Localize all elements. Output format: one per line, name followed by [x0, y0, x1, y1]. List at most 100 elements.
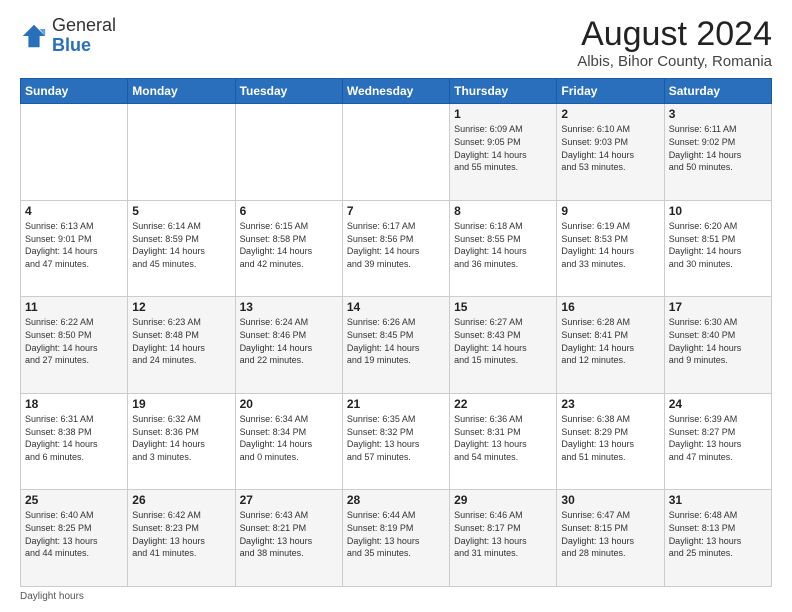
- logo-general: General: [52, 15, 116, 35]
- day-header-monday: Monday: [128, 79, 235, 104]
- main-title: August 2024: [577, 16, 772, 53]
- calendar-cell: 22Sunrise: 6:36 AM Sunset: 8:31 PM Dayli…: [450, 393, 557, 490]
- day-header-thursday: Thursday: [450, 79, 557, 104]
- day-info: Sunrise: 6:10 AM Sunset: 9:03 PM Dayligh…: [561, 123, 659, 173]
- day-header-wednesday: Wednesday: [342, 79, 449, 104]
- day-info: Sunrise: 6:48 AM Sunset: 8:13 PM Dayligh…: [669, 509, 767, 559]
- week-row-2: 11 Sunrise: 6:22 AM Sunset: 8:50 PM Dayli…: [21, 297, 772, 394]
- page: General Blue August 2024 Albis, Bihor Co…: [0, 0, 792, 612]
- day-info: Sunrise: 6:18 AM Sunset: 8:55 PM Dayligh…: [454, 220, 552, 270]
- day-header-tuesday: Tuesday: [235, 79, 342, 104]
- day-info: Sunrise: 6:28 AM Sunset: 8:41 PM Dayligh…: [561, 316, 659, 366]
- day-number: 17: [669, 300, 767, 314]
- calendar-cell: 4Sunrise: 6:13 AM Sunset: 9:01 PM Daylig…: [21, 200, 128, 297]
- logo-icon: [20, 22, 48, 50]
- day-number: 28: [347, 493, 445, 507]
- day-info: Sunrise: 6:46 AM Sunset: 8:17 PM Dayligh…: [454, 509, 552, 559]
- calendar-cell: 17 Sunrise: 6:30 AM Sunset: 8:40 PM Dayli…: [664, 297, 771, 394]
- calendar-cell: 26Sunrise: 6:42 AM Sunset: 8:23 PM Dayli…: [128, 490, 235, 587]
- day-number: 24: [669, 397, 767, 411]
- calendar-cell: 20Sunrise: 6:34 AM Sunset: 8:34 PM Dayli…: [235, 393, 342, 490]
- calendar-cell: 24 Sunrise: 6:39 AM Sunset: 8:27 PM Dayli…: [664, 393, 771, 490]
- calendar-cell: 30Sunrise: 6:47 AM Sunset: 8:15 PM Dayli…: [557, 490, 664, 587]
- calendar-cell: 10Sunrise: 6:20 AM Sunset: 8:51 PM Dayli…: [664, 200, 771, 297]
- calendar-cell: [235, 104, 342, 201]
- day-number: 7: [347, 204, 445, 218]
- day-number: 16: [561, 300, 659, 314]
- day-number: 9: [561, 204, 659, 218]
- calendar-cell: 1Sunrise: 6:09 AM Sunset: 9:05 PM Daylig…: [450, 104, 557, 201]
- day-number: 1: [454, 107, 552, 121]
- calendar-cell: 29 Sunrise: 6:46 AM Sunset: 8:17 PM Dayli…: [450, 490, 557, 587]
- calendar-cell: [128, 104, 235, 201]
- calendar-cell: 21Sunrise: 6:35 AM Sunset: 8:32 PM Dayli…: [342, 393, 449, 490]
- day-number: 31: [669, 493, 767, 507]
- day-info: Sunrise: 6:19 AM Sunset: 8:53 PM Dayligh…: [561, 220, 659, 270]
- day-number: 19: [132, 397, 230, 411]
- day-number: 23: [561, 397, 659, 411]
- day-number: 13: [240, 300, 338, 314]
- day-info: Sunrise: 6:24 AM Sunset: 8:46 PM Dayligh…: [240, 316, 338, 366]
- week-row-4: 25 Sunrise: 6:40 AM Sunset: 8:25 PM Dayli…: [21, 490, 772, 587]
- logo: General Blue: [20, 16, 116, 56]
- calendar-cell: 31 Sunrise: 6:48 AM Sunset: 8:13 PM Dayli…: [664, 490, 771, 587]
- calendar-cell: 18Sunrise: 6:31 AM Sunset: 8:38 PM Dayli…: [21, 393, 128, 490]
- day-info: Sunrise: 6:30 AM Sunset: 8:40 PM Dayligh…: [669, 316, 767, 366]
- subtitle: Albis, Bihor County, Romania: [577, 53, 772, 70]
- day-info: Sunrise: 6:31 AM Sunset: 8:38 PM Dayligh…: [25, 413, 123, 463]
- calendar-cell: 16 Sunrise: 6:28 AM Sunset: 8:41 PM Dayli…: [557, 297, 664, 394]
- day-number: 26: [132, 493, 230, 507]
- calendar-cell: [21, 104, 128, 201]
- day-number: 15: [454, 300, 552, 314]
- day-info: Sunrise: 6:43 AM Sunset: 8:21 PM Dayligh…: [240, 509, 338, 559]
- day-info: Sunrise: 6:15 AM Sunset: 8:58 PM Dayligh…: [240, 220, 338, 270]
- day-info: Sunrise: 6:11 AM Sunset: 9:02 PM Dayligh…: [669, 123, 767, 173]
- calendar-cell: 8 Sunrise: 6:18 AM Sunset: 8:55 PM Daylig…: [450, 200, 557, 297]
- calendar-cell: 15 Sunrise: 6:27 AM Sunset: 8:43 PM Dayli…: [450, 297, 557, 394]
- day-header-friday: Friday: [557, 79, 664, 104]
- day-number: 2: [561, 107, 659, 121]
- footer-text: Daylight hours: [20, 591, 84, 602]
- calendar-cell: 25 Sunrise: 6:40 AM Sunset: 8:25 PM Dayli…: [21, 490, 128, 587]
- week-row-3: 18Sunrise: 6:31 AM Sunset: 8:38 PM Dayli…: [21, 393, 772, 490]
- day-number: 6: [240, 204, 338, 218]
- day-header-saturday: Saturday: [664, 79, 771, 104]
- calendar-cell: 14 Sunrise: 6:26 AM Sunset: 8:45 PM Dayli…: [342, 297, 449, 394]
- day-header-sunday: Sunday: [21, 79, 128, 104]
- calendar-header-row: SundayMondayTuesdayWednesdayThursdayFrid…: [21, 79, 772, 104]
- footer-note: Daylight hours: [20, 591, 772, 602]
- day-info: Sunrise: 6:17 AM Sunset: 8:56 PM Dayligh…: [347, 220, 445, 270]
- day-info: Sunrise: 6:39 AM Sunset: 8:27 PM Dayligh…: [669, 413, 767, 463]
- title-block: August 2024 Albis, Bihor County, Romania: [577, 16, 772, 70]
- day-number: 22: [454, 397, 552, 411]
- day-info: Sunrise: 6:26 AM Sunset: 8:45 PM Dayligh…: [347, 316, 445, 366]
- day-info: Sunrise: 6:40 AM Sunset: 8:25 PM Dayligh…: [25, 509, 123, 559]
- day-number: 29: [454, 493, 552, 507]
- day-number: 25: [25, 493, 123, 507]
- day-number: 3: [669, 107, 767, 121]
- day-number: 10: [669, 204, 767, 218]
- day-info: Sunrise: 6:14 AM Sunset: 8:59 PM Dayligh…: [132, 220, 230, 270]
- calendar-cell: 2 Sunrise: 6:10 AM Sunset: 9:03 PM Daylig…: [557, 104, 664, 201]
- day-number: 8: [454, 204, 552, 218]
- calendar-cell: 3 Sunrise: 6:11 AM Sunset: 9:02 PM Daylig…: [664, 104, 771, 201]
- calendar-cell: 11 Sunrise: 6:22 AM Sunset: 8:50 PM Dayli…: [21, 297, 128, 394]
- day-info: Sunrise: 6:13 AM Sunset: 9:01 PM Dayligh…: [25, 220, 123, 270]
- calendar-cell: 13 Sunrise: 6:24 AM Sunset: 8:46 PM Dayli…: [235, 297, 342, 394]
- day-info: Sunrise: 6:22 AM Sunset: 8:50 PM Dayligh…: [25, 316, 123, 366]
- day-number: 11: [25, 300, 123, 314]
- calendar-cell: [342, 104, 449, 201]
- day-number: 21: [347, 397, 445, 411]
- day-info: Sunrise: 6:38 AM Sunset: 8:29 PM Dayligh…: [561, 413, 659, 463]
- calendar-cell: 5Sunrise: 6:14 AM Sunset: 8:59 PM Daylig…: [128, 200, 235, 297]
- calendar-cell: 23 Sunrise: 6:38 AM Sunset: 8:29 PM Dayli…: [557, 393, 664, 490]
- day-info: Sunrise: 6:27 AM Sunset: 8:43 PM Dayligh…: [454, 316, 552, 366]
- calendar-cell: 27Sunrise: 6:43 AM Sunset: 8:21 PM Dayli…: [235, 490, 342, 587]
- calendar-table: SundayMondayTuesdayWednesdayThursdayFrid…: [20, 78, 772, 587]
- calendar-cell: 9 Sunrise: 6:19 AM Sunset: 8:53 PM Daylig…: [557, 200, 664, 297]
- day-number: 14: [347, 300, 445, 314]
- day-number: 30: [561, 493, 659, 507]
- week-row-0: 1Sunrise: 6:09 AM Sunset: 9:05 PM Daylig…: [21, 104, 772, 201]
- week-row-1: 4Sunrise: 6:13 AM Sunset: 9:01 PM Daylig…: [21, 200, 772, 297]
- header: General Blue August 2024 Albis, Bihor Co…: [20, 16, 772, 70]
